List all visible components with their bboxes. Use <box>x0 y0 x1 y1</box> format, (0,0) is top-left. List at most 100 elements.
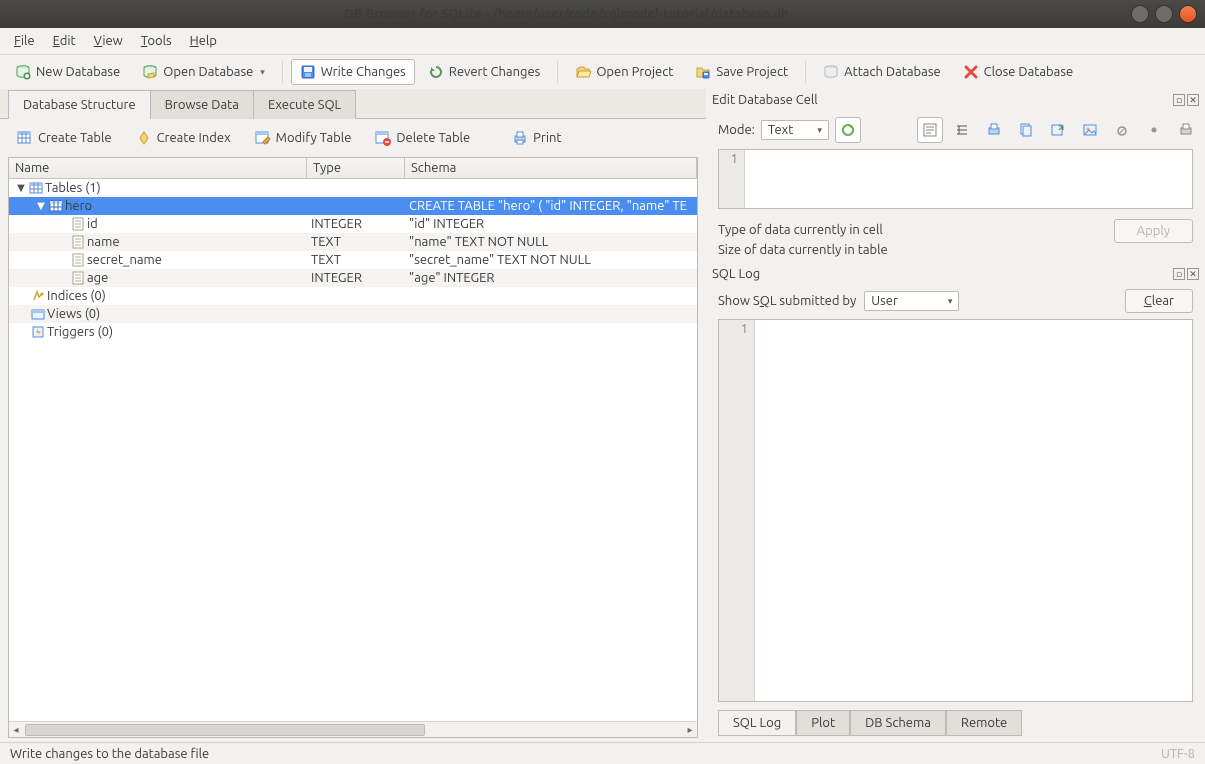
cell-size-info: Size of data currently in table <box>710 239 896 259</box>
create-table-icon <box>17 130 33 146</box>
title-bar: DB Browser for SQLite - /home/user/code/… <box>0 0 1205 28</box>
mode-label: Mode: <box>718 123 755 137</box>
close-database-icon <box>963 64 979 80</box>
write-changes-icon <box>300 64 316 80</box>
table-group-icon <box>29 181 43 195</box>
main-tabs: Database Structure Browse Data Execute S… <box>0 89 706 119</box>
menubar: File Edit View Tools Help <box>0 28 1205 55</box>
structure-toolbar: Create Table Create Index Modify Table D… <box>0 119 706 157</box>
bottom-tab-sql-log[interactable]: SQL Log <box>718 710 796 736</box>
delete-table-icon <box>375 130 391 146</box>
tree-col-id[interactable]: id INTEGER"id" INTEGER <box>9 215 697 233</box>
bottom-tab-plot[interactable]: Plot <box>796 710 850 736</box>
index-group-icon <box>31 289 45 303</box>
create-index-icon <box>136 130 152 146</box>
menu-file[interactable]: File <box>6 31 43 51</box>
write-changes-button[interactable]: Write Changes <box>291 59 415 85</box>
tree-views[interactable]: Views (0) <box>9 305 697 323</box>
col-schema[interactable]: Schema <box>405 158 697 178</box>
column-icon <box>71 235 85 249</box>
sql-log-view[interactable]: 1 <box>718 319 1193 702</box>
bottom-tab-db-schema[interactable]: DB Schema <box>850 710 946 736</box>
cell-editor-gutter: 1 <box>719 150 745 208</box>
column-icon <box>71 253 85 267</box>
show-sql-label: Show SQL submitted by <box>718 294 856 308</box>
new-database-button[interactable]: New Database <box>6 59 129 85</box>
export-cell-icon[interactable] <box>1045 117 1071 143</box>
tree-col-secret-name[interactable]: secret_name TEXT"secret_name" TEXT NOT N… <box>9 251 697 269</box>
status-bar: Write changes to the database file UTF-8 <box>0 742 1205 764</box>
tab-execute-sql[interactable]: Execute SQL <box>253 90 356 119</box>
tree-col-age[interactable]: age INTEGER"age" INTEGER <box>9 269 697 287</box>
menu-edit[interactable]: Edit <box>45 31 84 51</box>
open-project-button[interactable]: Open Project <box>566 59 682 85</box>
minimize-icon[interactable] <box>1131 5 1149 23</box>
panel-close-icon[interactable]: ✕ <box>1187 94 1199 106</box>
image-cell-icon[interactable] <box>1077 117 1103 143</box>
create-table-button[interactable]: Create Table <box>8 125 121 151</box>
indent-icon[interactable] <box>949 117 975 143</box>
tree-indices[interactable]: Indices (0) <box>9 287 697 305</box>
bottom-tabs: SQL Log Plot DB Schema Remote <box>710 708 1201 742</box>
print-icon <box>512 130 528 146</box>
panel-undock-icon[interactable]: ▫ <box>1173 94 1185 106</box>
separator <box>282 61 283 83</box>
save-project-button[interactable]: Save Project <box>686 59 797 85</box>
sql-source-select[interactable]: User▾ <box>864 291 959 311</box>
clear-log-button[interactable]: Clear <box>1125 289 1193 313</box>
create-index-button[interactable]: Create Index <box>127 125 240 151</box>
apply-button: Apply <box>1114 219 1193 243</box>
cell-type-info: Type of data currently in cell <box>710 219 896 239</box>
tree-tables[interactable]: ▼ Tables (1) <box>9 179 697 197</box>
column-icon <box>71 217 85 231</box>
tree-table-hero[interactable]: ▼ hero CREATE TABLE "hero" ( "id" INTEGE… <box>9 197 697 215</box>
schema-tree: Name Type Schema ▼ Tables (1) ▼ hero CRE… <box>8 157 698 738</box>
refresh-cell-button[interactable] <box>835 117 861 143</box>
tab-browse-data[interactable]: Browse Data <box>150 90 254 119</box>
open-database-dropdown-icon[interactable]: ▾ <box>260 67 265 78</box>
tab-database-structure[interactable]: Database Structure <box>8 90 151 119</box>
panel-undock-icon[interactable]: ▫ <box>1173 268 1185 280</box>
open-project-icon <box>575 64 591 80</box>
menu-help[interactable]: Help <box>182 31 225 51</box>
tree-triggers[interactable]: Triggers (0) <box>9 323 697 341</box>
views-group-icon <box>31 307 45 321</box>
null-cell-icon[interactable] <box>1109 117 1135 143</box>
status-encoding: UTF-8 <box>1161 747 1195 761</box>
tree-col-name[interactable]: name TEXT"name" TEXT NOT NULL <box>9 233 697 251</box>
close-database-button[interactable]: Close Database <box>954 59 1083 85</box>
col-type[interactable]: Type <box>307 158 405 178</box>
delete-table-button[interactable]: Delete Table <box>366 125 479 151</box>
new-database-icon <box>15 64 31 80</box>
modify-table-button[interactable]: Modify Table <box>246 125 361 151</box>
modify-table-icon <box>255 130 271 146</box>
window-title: DB Browser for SQLite - /home/user/code/… <box>8 7 1125 21</box>
sql-log-gutter: 1 <box>719 320 755 701</box>
menu-tools[interactable]: Tools <box>133 31 180 51</box>
bottom-tab-remote[interactable]: Remote <box>946 710 1022 736</box>
dot-icon[interactable] <box>1141 117 1167 143</box>
print-cell-icon[interactable] <box>981 117 1007 143</box>
col-name[interactable]: Name <box>9 158 307 178</box>
edit-cell-panel-title: Edit Database Cell ▫✕ <box>710 91 1201 109</box>
attach-database-icon <box>823 64 839 80</box>
open-database-button[interactable]: Open Database ▾ <box>133 59 274 85</box>
tree-header: Name Type Schema <box>9 158 697 179</box>
menu-view[interactable]: View <box>86 31 131 51</box>
open-database-icon <box>142 64 158 80</box>
close-window-icon[interactable] <box>1179 5 1197 23</box>
separator <box>805 61 806 83</box>
text-mode-icon[interactable] <box>917 117 943 143</box>
copy-cell-icon[interactable] <box>1013 117 1039 143</box>
tree-hscrollbar[interactable]: ◂▸ <box>9 721 697 737</box>
print-button[interactable]: Print <box>503 125 570 151</box>
printer2-icon[interactable] <box>1173 117 1199 143</box>
revert-changes-button[interactable]: Revert Changes <box>419 59 550 85</box>
maximize-icon[interactable] <box>1155 5 1173 23</box>
panel-close-icon[interactable]: ✕ <box>1187 268 1199 280</box>
cell-editor[interactable]: 1 <box>718 149 1193 209</box>
mode-select[interactable]: Text▾ <box>761 120 829 140</box>
triggers-group-icon <box>31 325 45 339</box>
table-icon <box>49 199 63 213</box>
attach-database-button: Attach Database <box>814 59 950 85</box>
